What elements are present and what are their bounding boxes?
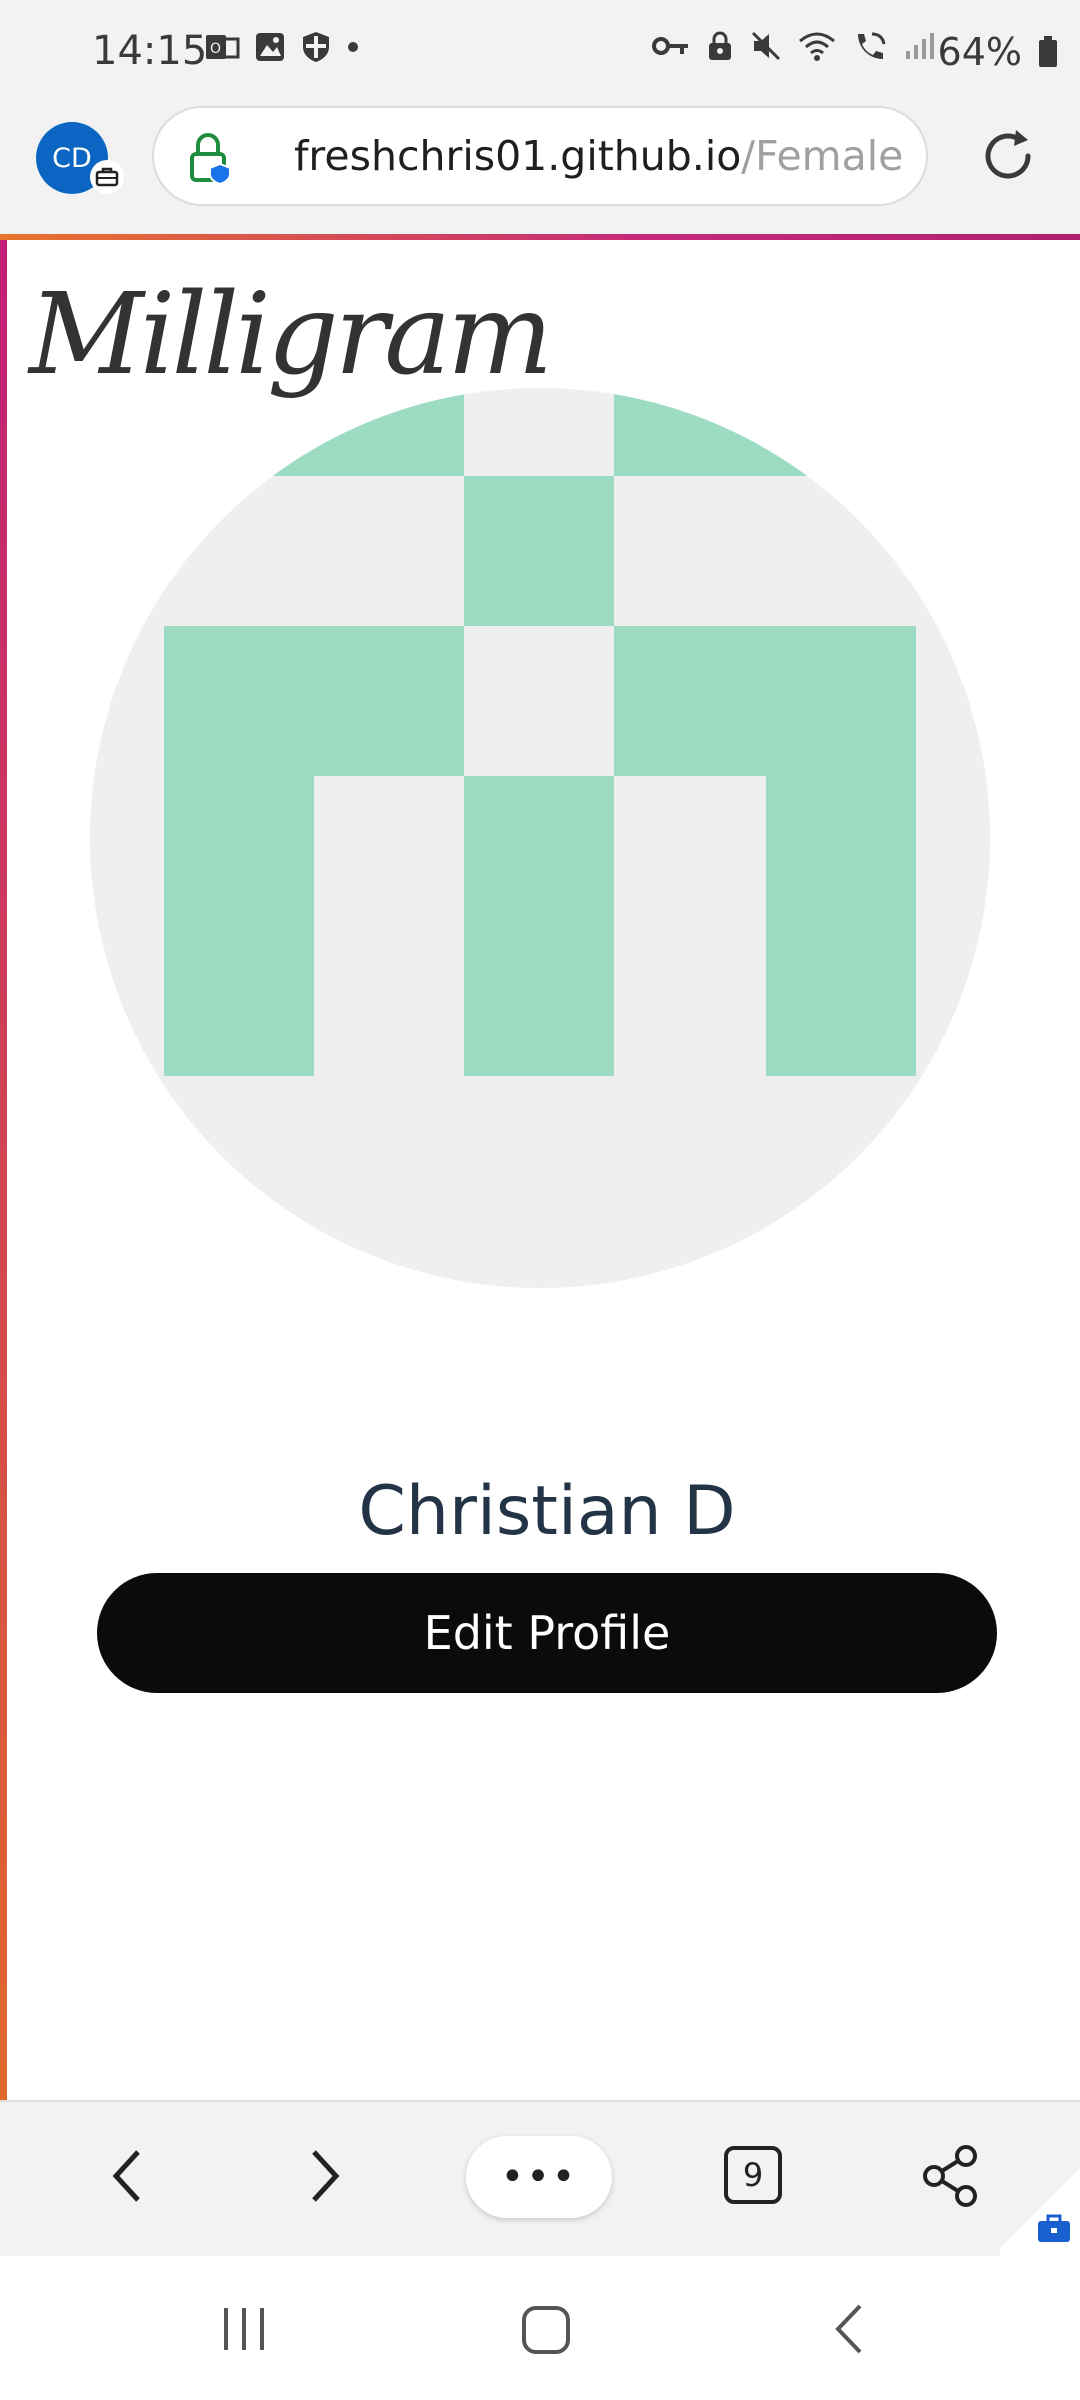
browser-bottom-bar: ••• 9 xyxy=(0,2100,1080,2256)
wifi-icon xyxy=(799,32,835,61)
recent-apps-icon[interactable] xyxy=(220,2304,268,2354)
page-content: Milligram Christian D Edit Profile xyxy=(7,240,1080,2100)
url-domain: freshchris01.github.io xyxy=(294,132,742,180)
work-profile-badge xyxy=(90,160,124,194)
reload-icon[interactable] xyxy=(976,124,1040,188)
svg-text:O: O xyxy=(210,41,221,57)
briefcase-icon xyxy=(95,167,119,187)
shield-icon xyxy=(303,32,329,62)
back-icon[interactable] xyxy=(104,2146,152,2206)
secure-lock-icon[interactable] xyxy=(186,130,234,186)
outlook-icon: O xyxy=(206,35,240,59)
signal-icon xyxy=(906,33,934,59)
gallery-icon xyxy=(256,33,284,61)
system-back-icon[interactable] xyxy=(830,2302,870,2356)
browser-toolbar: CD freshchris01.github.io/Female xyxy=(0,100,1080,236)
vpn-key-icon xyxy=(652,37,688,55)
tabs-button[interactable]: 9 xyxy=(724,2146,782,2204)
battery-icon xyxy=(1039,36,1057,67)
forward-icon[interactable] xyxy=(300,2146,348,2206)
mute-icon xyxy=(751,31,781,61)
more-menu-button[interactable]: ••• xyxy=(466,2136,612,2218)
status-bar: 14:15 O 64% xyxy=(0,0,1080,100)
battery-percentage: 64% xyxy=(937,30,1022,74)
wifi-call-icon xyxy=(858,32,886,59)
url-path: /Female xyxy=(741,132,904,180)
work-briefcase-icon[interactable] xyxy=(1036,2212,1072,2244)
profile-picture xyxy=(90,388,990,1288)
share-icon[interactable] xyxy=(920,2144,980,2208)
identicon-pattern xyxy=(164,388,916,1076)
lock-icon xyxy=(709,31,731,60)
status-system-icons xyxy=(652,30,936,62)
system-navigation-bar xyxy=(0,2256,1080,2400)
edit-profile-button[interactable]: Edit Profile xyxy=(97,1573,997,1693)
url-text[interactable]: freshchris01.github.io/Female xyxy=(294,132,903,180)
home-icon[interactable] xyxy=(520,2304,572,2356)
side-accent-bar xyxy=(0,240,7,2100)
address-bar[interactable]: freshchris01.github.io/Female xyxy=(152,106,928,206)
milligram-logo[interactable]: Milligram xyxy=(29,270,553,400)
status-time: 14:15 xyxy=(92,28,208,74)
status-notification-icons: O xyxy=(204,30,360,64)
notification-dot-icon xyxy=(348,42,358,52)
profile-name: Christian D xyxy=(358,1472,736,1551)
